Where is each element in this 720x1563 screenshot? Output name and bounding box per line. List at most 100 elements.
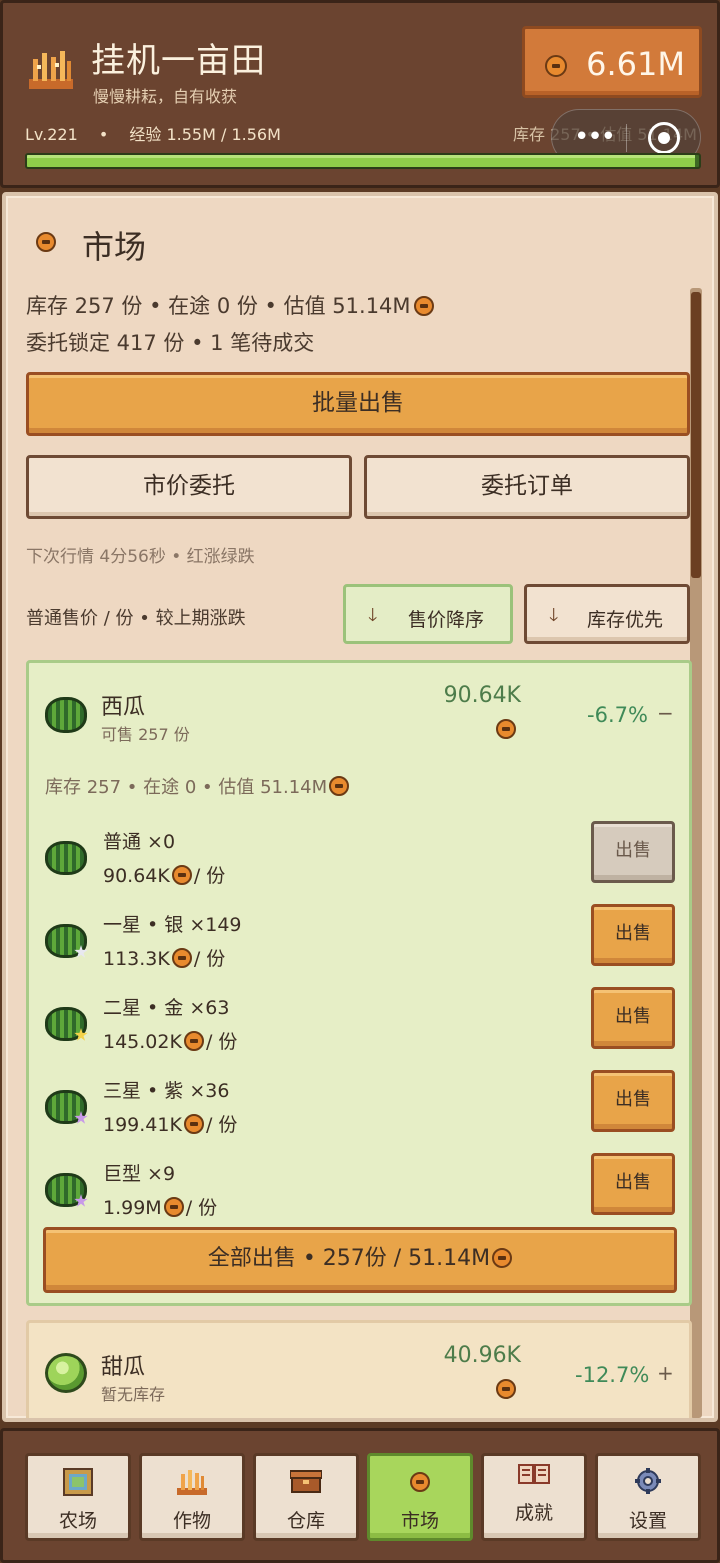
grade-name: 巨型 ×9 xyxy=(103,1163,176,1185)
sort-description: 普通售价 / 份 • 较上期涨跌 xyxy=(26,608,246,629)
product-name: 西瓜 xyxy=(101,695,146,720)
grade-price-value: 199.41K xyxy=(103,1114,182,1136)
market-coin-icon xyxy=(410,1472,430,1492)
nav-tab-settings[interactable]: 设置 xyxy=(595,1453,701,1541)
sell-grade-button[interactable]: 出售 xyxy=(591,987,675,1049)
coin-icon xyxy=(163,1197,184,1217)
product-card-watermelon[interactable]: 西瓜 可售 257 份 90.64K -6.7% − 库存 257 • 在途 0… xyxy=(26,660,692,1306)
sell-grade-button[interactable]: 出售 xyxy=(591,904,675,966)
sell-all-button[interactable]: 全部出售 • 257份 / 51.14M xyxy=(43,1227,677,1293)
farm-icon xyxy=(63,1468,93,1496)
order-list-button[interactable]: 委托订单 xyxy=(364,455,690,519)
nav-tab-crops[interactable]: 作物 xyxy=(139,1453,245,1541)
grade-name: 三星 • 紫 ×36 xyxy=(103,1080,230,1102)
watermelon-icon xyxy=(45,1090,88,1124)
grade-price-value: 1.99M xyxy=(103,1197,162,1219)
grade-price: 1.99M / 份 xyxy=(103,1193,217,1220)
coin-icon xyxy=(413,296,434,316)
nav-tab-achievements[interactable]: 成就 xyxy=(481,1453,587,1541)
nav-tab-farm[interactable]: 农场 xyxy=(25,1453,131,1541)
bulk-sell-button[interactable]: 批量出售 xyxy=(26,372,690,436)
scrollbar-thumb[interactable] xyxy=(691,292,701,578)
watermelon-icon xyxy=(45,924,88,958)
sell-grade-button[interactable]: 出售 xyxy=(591,1153,675,1215)
grade-price: 145.02K / 份 xyxy=(103,1027,237,1054)
product-available: 可售 257 份 xyxy=(101,725,190,744)
sort-price-desc-button[interactable]: 🡓 售价降序 xyxy=(343,584,513,644)
grade-price-value: 90.64K xyxy=(103,865,170,887)
collapse-toggle[interactable]: − xyxy=(657,701,674,725)
separator-dot: • xyxy=(98,125,109,144)
grade-name: 普通 ×0 xyxy=(103,831,176,853)
market-order-button[interactable]: 市价委托 xyxy=(26,455,352,519)
coin-icon xyxy=(36,232,56,252)
product-card-melon[interactable]: 甜瓜 暂无库存 40.96K -12.7% + xyxy=(26,1320,692,1418)
wheat-icon xyxy=(29,51,73,89)
level-row: Lv.221 • 经验 1.55M / 1.56M xyxy=(25,121,297,145)
coin-icon xyxy=(496,719,516,739)
market-panel: 市场 库存 257 份 • 在途 0 份 • 估值 51.14M 委托锁定 41… xyxy=(2,192,718,1422)
nav-label: 农场 xyxy=(58,1510,97,1532)
section-title-text: 市场 xyxy=(82,228,147,266)
nav-tab-market[interactable]: 市场 xyxy=(367,1453,473,1541)
exp-progress-fill xyxy=(27,155,695,167)
watermelon-icon xyxy=(45,1173,88,1207)
bottom-nav: 农场 作物 仓库 市场 成就 设置 xyxy=(0,1428,720,1563)
sell-grade-button[interactable]: 出售 xyxy=(591,821,675,883)
exp-label: 经验 1.55M / 1.56M xyxy=(129,125,281,144)
grade-row: 普通 ×0 90.64K / 份 出售 xyxy=(29,821,689,899)
coin-icon xyxy=(171,948,192,968)
grade-star-icon xyxy=(74,1111,88,1124)
grade-star-icon xyxy=(74,945,88,958)
sort-stock-first-label: 库存优先 xyxy=(587,609,664,631)
grade-name: 二星 • 金 ×63 xyxy=(103,997,230,1019)
warehouse-icon xyxy=(290,1470,322,1493)
level-label: Lv.221 xyxy=(25,125,78,144)
arrow-down-icon: 🡓 xyxy=(549,605,559,626)
achievement-book-icon xyxy=(518,1464,550,1484)
coin-icon xyxy=(183,1031,204,1051)
crops-icon xyxy=(177,1470,207,1495)
inventory-summary-text: 库存 257 份 • 在途 0 份 • 估值 51.14M xyxy=(26,294,411,318)
grade-price-value: 113.3K xyxy=(103,948,170,970)
close-target-icon[interactable] xyxy=(648,122,680,154)
coin-icon xyxy=(183,1114,204,1134)
grade-price-unit: / 份 xyxy=(193,865,226,887)
sort-stock-first-button[interactable]: 🡓 库存优先 xyxy=(524,584,690,644)
product-available: 暂无库存 xyxy=(101,1385,166,1404)
arrow-down-icon: 🡓 xyxy=(368,605,378,626)
grade-price-value: 145.02K xyxy=(103,1031,182,1053)
more-dots-icon[interactable]: ••• xyxy=(574,122,616,152)
coin-balance[interactable]: 6.61M xyxy=(522,26,702,98)
grade-price-unit: / 份 xyxy=(193,948,226,970)
product-detail-line: 库存 257 • 在途 0 • 估值 51.14M xyxy=(45,773,350,799)
coin-balance-value: 6.61M xyxy=(586,45,685,83)
grade-price: 90.64K / 份 xyxy=(103,861,225,888)
grade-row: 巨型 ×9 1.99M / 份 出售 xyxy=(29,1153,689,1231)
inventory-summary: 库存 257 份 • 在途 0 份 • 估值 51.14M xyxy=(26,290,434,320)
nav-label: 设置 xyxy=(628,1510,667,1532)
sell-grade-button[interactable]: 出售 xyxy=(591,1070,675,1132)
grade-star-icon xyxy=(74,1028,88,1041)
coin-icon xyxy=(492,1248,513,1268)
nav-label: 作物 xyxy=(172,1510,211,1532)
app-title: 挂机一亩田 xyxy=(91,41,266,81)
nav-label: 市场 xyxy=(400,1510,439,1532)
product-price: 90.64K xyxy=(443,683,521,708)
watermelon-icon xyxy=(45,841,87,875)
product-price: 40.96K xyxy=(443,1343,521,1368)
coin-icon xyxy=(545,55,567,77)
product-name: 甜瓜 xyxy=(101,1355,146,1380)
nav-label: 成就 xyxy=(514,1502,553,1524)
watermelon-icon xyxy=(45,1007,88,1041)
grade-price: 199.41K / 份 xyxy=(103,1110,237,1137)
product-detail-text: 库存 257 • 在途 0 • 估值 51.14M xyxy=(45,777,328,798)
order-summary: 委托锁定 417 份 • 1 笔待成交 xyxy=(26,331,315,355)
settings-gear-icon xyxy=(635,1468,661,1494)
grade-row: 二星 • 金 ×63 145.02K / 份 出售 xyxy=(29,987,689,1065)
expand-toggle[interactable]: + xyxy=(657,1361,674,1385)
header-bar: 挂机一亩田 慢慢耕耘，自有收获 6.61M Lv.221 • 经验 1.55M … xyxy=(0,0,720,188)
grade-price: 113.3K / 份 xyxy=(103,944,225,971)
sort-price-desc-label: 售价降序 xyxy=(408,609,485,631)
nav-tab-warehouse[interactable]: 仓库 xyxy=(253,1453,359,1541)
